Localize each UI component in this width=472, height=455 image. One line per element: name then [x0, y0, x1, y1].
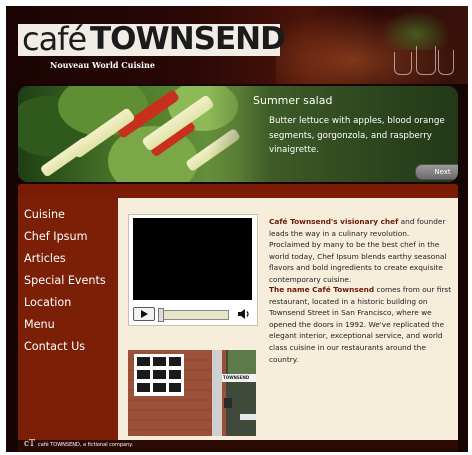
feature-title: Summer salad: [253, 94, 333, 107]
wine-glass: [394, 52, 412, 75]
footer-logo-mark: cT: [24, 439, 36, 449]
site-header: café TOWNSEND Nouveau World Cuisine: [6, 6, 468, 84]
wine-glass: [438, 50, 454, 75]
video-screen[interactable]: [133, 218, 252, 300]
sidebar-nav: Cuisine Chef Ipsum Articles Special Even…: [18, 198, 118, 440]
storefront-photo: TOWNSEND: [128, 350, 256, 436]
main-content: TOWNSEND Café Townsend's visionary chef …: [118, 198, 458, 440]
street-sign-label: TOWNSEND: [223, 375, 250, 380]
logo[interactable]: café TOWNSEND: [18, 20, 286, 58]
nav-item-articles[interactable]: Articles: [24, 252, 66, 265]
content-top-band: [18, 184, 458, 198]
logo-townsend-text: TOWNSEND: [90, 21, 286, 57]
feature-description: Butter lettuce with apples, blood orange…: [269, 116, 445, 155]
storefront-illustration: [128, 350, 256, 436]
page: café TOWNSEND Nouveau World Cuisine Summ…: [6, 6, 468, 452]
article-lead-2: The name Café Townsend: [269, 285, 375, 294]
video-player: [128, 214, 258, 326]
article-paragraph-1: Café Townsend's visionary chef and found…: [269, 216, 452, 286]
nav-item-menu[interactable]: Menu: [24, 318, 55, 331]
scrub-handle[interactable]: [158, 308, 164, 322]
nav-item-cuisine[interactable]: Cuisine: [24, 208, 65, 221]
article-body-1: and founder leads the way in a culinary …: [269, 217, 447, 284]
article-paragraph-2: The name Café Townsend comes from our fi…: [269, 284, 452, 365]
article-body-2: comes from our first restaurant, located…: [269, 285, 452, 364]
header-plant: [381, 10, 451, 50]
play-button[interactable]: [133, 307, 155, 321]
next-button[interactable]: Next: [415, 164, 458, 180]
logo-cafe-text: café: [22, 20, 87, 58]
nav-item-contact-us[interactable]: Contact Us: [24, 340, 85, 353]
volume-icon[interactable]: [237, 308, 251, 320]
nav-item-special-events[interactable]: Special Events: [24, 274, 106, 287]
article-lead-1: Café Townsend's visionary chef: [269, 217, 399, 226]
tagline: Nouveau World Cuisine: [50, 60, 155, 70]
play-icon: [141, 310, 148, 318]
video-progress-bar[interactable]: [158, 308, 229, 322]
footer-text: café TOWNSEND, a fictional company.: [38, 442, 134, 448]
nav-item-chef-ipsum[interactable]: Chef Ipsum: [24, 230, 88, 243]
nav-item-location[interactable]: Location: [24, 296, 71, 309]
site-footer: cT café TOWNSEND, a fictional company.: [18, 439, 458, 452]
feature-banner: Summer salad Butter lettuce with apples,…: [18, 86, 458, 182]
wine-glass: [416, 46, 436, 75]
